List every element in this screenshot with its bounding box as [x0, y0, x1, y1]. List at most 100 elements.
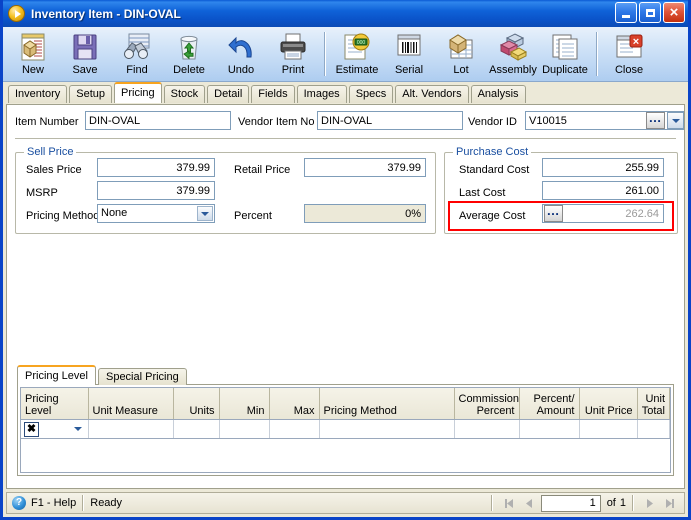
retail-price-input[interactable]: 379.99	[304, 158, 426, 177]
toolbar-label-delete: Delete	[173, 64, 205, 76]
cell-percent-amount[interactable]	[519, 419, 580, 439]
cell-pricing-level[interactable]: ✖	[21, 419, 89, 439]
toolbar-label-undo: Undo	[227, 64, 255, 76]
cell-unit-total[interactable]	[637, 419, 670, 439]
last-cost-input[interactable]: 261.00	[542, 181, 664, 200]
tab-setup[interactable]: Setup	[69, 85, 112, 103]
total-records-label: 1	[619, 497, 626, 509]
row-delete-marker-icon[interactable]: ✖	[24, 421, 39, 437]
window-title: Inventory Item - DIN-OVAL	[31, 7, 181, 21]
tab-alt-vendors[interactable]: Alt. Vendors	[395, 85, 469, 103]
close-button[interactable]	[663, 2, 685, 23]
standard-cost-input[interactable]: 255.99	[542, 158, 664, 177]
tab-specs[interactable]: Specs	[348, 85, 394, 103]
last-record-button[interactable]	[660, 494, 680, 512]
toolbar-button-new[interactable]: New	[7, 30, 59, 76]
tab-images[interactable]: Images	[296, 85, 347, 103]
cell-min[interactable]	[219, 419, 270, 439]
inner-tab-pricing-level[interactable]: Pricing Level	[17, 365, 96, 385]
current-record-input[interactable]: 1	[540, 494, 601, 512]
pricing-method-select[interactable]: None	[97, 204, 215, 223]
header-field-row: Item Number DIN-OVAL Vendor Item No DIN-…	[7, 111, 684, 135]
record-navigator: 1 of 1	[485, 494, 684, 512]
vendor-item-no-input[interactable]: DIN-OVAL	[317, 111, 463, 130]
column-header-unit-measure[interactable]: Unit Measure	[88, 388, 174, 420]
tab-detail[interactable]: Detail	[207, 85, 250, 103]
tab-fields[interactable]: Fields	[251, 85, 295, 103]
toolbar-button-delete[interactable]: Delete	[163, 30, 215, 76]
toolbar-label-close: Close	[614, 64, 644, 76]
next-record-button[interactable]	[640, 494, 660, 512]
toolbar-separator-2	[596, 32, 598, 76]
column-header-units[interactable]: Units	[173, 388, 220, 420]
vendor-id-dropdown-button[interactable]	[667, 112, 684, 129]
cell-dropdown-button[interactable]	[72, 422, 85, 436]
tab-label: Stock	[170, 88, 199, 100]
percent-label: Percent	[234, 210, 272, 222]
chevron-down-icon	[201, 211, 209, 216]
toolbar-button-find[interactable]: Find	[111, 30, 163, 76]
cell-pricing-method[interactable]	[319, 419, 455, 439]
toolbar-button-serial[interactable]: Serial	[383, 30, 435, 76]
column-header-unit-total[interactable]: Unit Total	[637, 388, 670, 420]
help-question-icon[interactable]: ?	[12, 496, 26, 510]
new-document-icon	[17, 32, 49, 62]
floppy-disk-icon	[69, 32, 101, 62]
undo-arrow-icon	[225, 32, 257, 62]
previous-record-button[interactable]	[519, 494, 539, 512]
pricing-level-grid[interactable]: Pricing Level Unit Measure Units Min Max …	[20, 387, 671, 473]
column-header-pricing-level[interactable]: Pricing Level	[21, 388, 89, 420]
purchase-cost-group-title: Purchase Cost	[453, 146, 532, 158]
toolbar-button-lot[interactable]: Lot	[435, 30, 487, 76]
average-cost-lookup-button[interactable]: …	[544, 204, 563, 222]
tab-analysis[interactable]: Analysis	[470, 85, 526, 103]
toolbar-button-undo[interactable]: Undo	[215, 30, 267, 76]
tab-label: Specs	[355, 88, 387, 100]
inventory-item-window: Inventory Item - DIN-OVAL × New Save Fin…	[0, 0, 691, 520]
toolbar-label-save: Save	[72, 64, 98, 76]
cell-max[interactable]	[269, 419, 320, 439]
chevron-down-icon	[74, 427, 82, 431]
tab-stock[interactable]: Stock	[163, 85, 206, 103]
cell-commission-percent[interactable]	[454, 419, 520, 439]
window-title-item: DIN-OVAL	[123, 6, 181, 21]
minimize-button[interactable]	[615, 2, 637, 23]
window-controls	[615, 2, 685, 23]
duplicate-pages-icon	[549, 32, 581, 62]
header-divider	[15, 138, 676, 140]
column-header-pricing-method[interactable]: Pricing Method	[319, 388, 455, 420]
column-header-commission-percent[interactable]: Commission Percent	[454, 388, 520, 420]
cell-unit-measure[interactable]	[88, 419, 174, 439]
toolbar-button-duplicate[interactable]: Duplicate	[539, 30, 591, 76]
tab-label: Alt. Vendors	[402, 88, 462, 100]
cell-unit-price[interactable]	[579, 419, 638, 439]
table-row[interactable]: ✖	[21, 419, 670, 439]
assembly-blocks-icon	[497, 32, 529, 62]
sell-price-group-title: Sell Price	[24, 146, 77, 158]
maximize-button[interactable]	[639, 2, 661, 23]
item-number-input[interactable]: DIN-OVAL	[85, 111, 231, 130]
help-label[interactable]: F1 - Help	[31, 497, 76, 509]
column-header-max[interactable]: Max	[269, 388, 320, 420]
toolbar-button-print[interactable]: Print	[267, 30, 319, 76]
cell-units[interactable]	[173, 419, 220, 439]
tab-inventory[interactable]: Inventory	[8, 85, 68, 103]
toolbar-button-save[interactable]: Save	[59, 30, 111, 76]
toolbar-button-estimate[interactable]: 000 Estimate	[331, 30, 383, 76]
toolbar-button-assembly[interactable]: Assembly	[487, 30, 539, 76]
tab-pricing[interactable]: Pricing	[114, 82, 162, 103]
column-header-unit-price[interactable]: Unit Price	[579, 388, 638, 420]
toolbar-button-close[interactable]: × Close	[603, 30, 655, 76]
column-header-min[interactable]: Min	[219, 388, 270, 420]
first-record-button[interactable]	[499, 494, 519, 512]
msrp-input[interactable]: 379.99	[97, 181, 215, 200]
vendor-id-lookup-button[interactable]: …	[646, 111, 665, 129]
sales-price-input[interactable]: 379.99	[97, 158, 215, 177]
last-cost-label: Last Cost	[459, 187, 506, 199]
tab-label: Images	[303, 88, 340, 100]
pricing-method-dropdown-arrow[interactable]	[197, 206, 213, 221]
inner-tab-special-pricing[interactable]: Special Pricing	[97, 368, 187, 385]
tab-label: Detail	[214, 88, 243, 100]
column-header-percent-amount[interactable]: Percent/Amount	[519, 388, 580, 420]
toolbar-label-lot: Lot	[453, 64, 469, 76]
